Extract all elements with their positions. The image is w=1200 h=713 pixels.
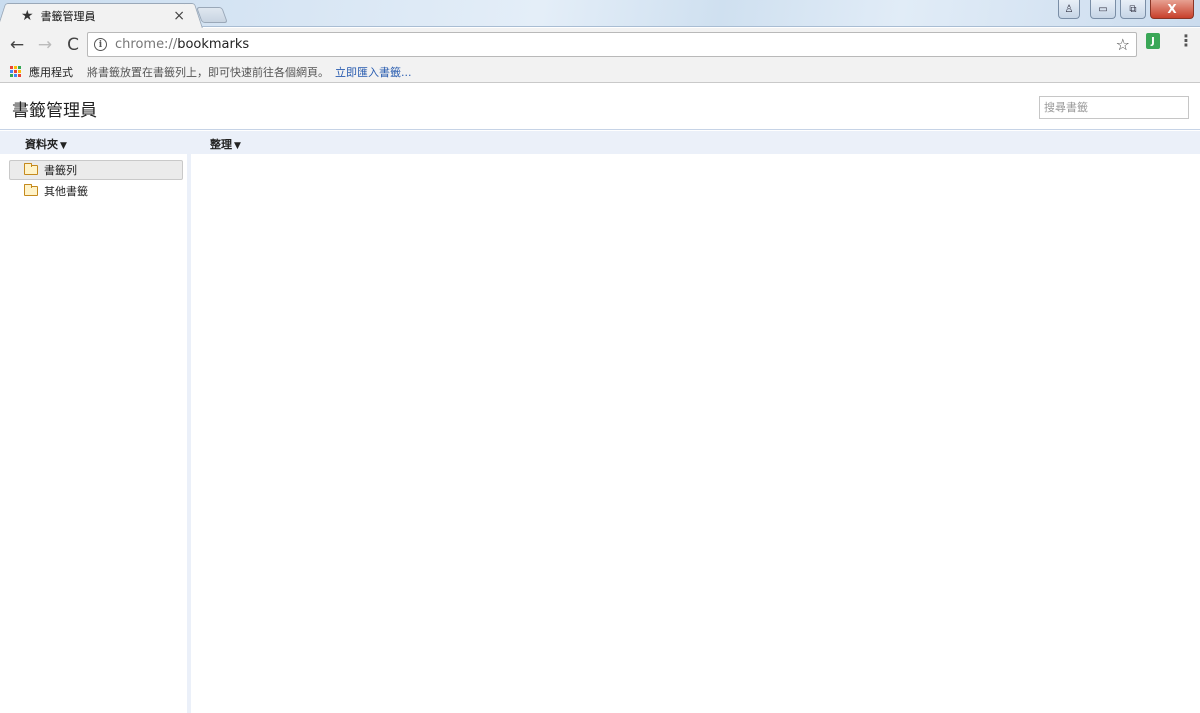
tree-item-label: 其他書籤 [44,185,88,198]
user-icon[interactable]: ♙ [1058,0,1080,19]
search-input[interactable] [1039,96,1189,119]
apps-grid-dot [18,65,21,69]
folder-tree: 書籤列 其他書籤 [0,154,187,713]
bookmark-bar: 應用程式 將書籤放置在書籤列上，即可快速前往各個網頁。 立即匯入書籤... [0,61,1200,83]
import-bookmarks-link[interactable]: 立即匯入書籤... [335,64,412,80]
extension-icon[interactable]: J [1146,33,1160,49]
tab-bookmark-manager[interactable]: ★ 書籤管理員 × [6,3,194,28]
minimize-button[interactable]: ▭ [1090,0,1116,19]
reload-icon[interactable]: C [59,31,87,59]
apps-grid-dot [10,65,13,69]
apps-grid-dot [14,74,17,78]
organize-menu[interactable]: 整理 ▼ [210,136,241,152]
folder-icon [24,184,38,196]
menu-strip: 資料夾 ▼ 整理 ▼ [0,131,1200,154]
info-icon[interactable]: i [94,38,107,51]
apps-grid-dot [18,69,21,73]
tab-title: 書籤管理員 [40,10,96,23]
bookmark-star-icon[interactable]: ☆ [1116,35,1130,54]
window-controls: ♙ ▭ ⧉ X [1058,0,1194,19]
apps-grid-dot [14,69,17,73]
caret-down-icon: ▼ [234,141,241,151]
tree-item-bookmarks-bar[interactable]: 書籤列 [9,160,183,180]
url-scheme: chrome:// [115,37,178,52]
apps-grid-dot [10,74,13,78]
folder-icon [24,163,38,175]
organize-menu-label: 整理 [210,138,232,151]
close-window-button[interactable]: X [1150,0,1194,19]
folders-menu[interactable]: 資料夾 ▼ [25,136,67,152]
forward-arrow-icon[interactable]: → [31,31,59,59]
star-icon: ★ [21,8,34,24]
apps-grid-dot [18,74,21,78]
restore-button[interactable]: ⧉ [1120,0,1146,19]
browser-toolbar: ← → C i chrome:// bookmarks ☆ [0,28,1200,61]
apps-grid-dot [10,69,13,73]
new-tab-button[interactable] [196,7,228,23]
close-icon[interactable]: × [173,8,185,24]
apps-grid-icon[interactable] [10,65,22,78]
apps-label[interactable]: 應用程式 [29,64,73,80]
apps-grid-dot [14,65,17,69]
url-host: bookmarks [177,37,250,52]
tree-item-other-bookmarks[interactable]: 其他書籤 [9,181,183,201]
caret-down-icon: ▼ [60,141,67,151]
back-arrow-icon[interactable]: ← [3,31,31,59]
bookmark-list [191,154,1200,713]
tree-item-label: 書籤列 [44,164,77,177]
page-title: 書籤管理員 [12,101,97,121]
bookmark-bar-hint: 將書籤放置在書籤列上，即可快速前往各個網頁。 [87,65,329,79]
page-header: 書籤管理員 [0,84,1200,130]
window-titlebar: ★ 書籤管理員 × ♙ ▭ ⧉ X [0,0,1200,28]
folders-menu-label: 資料夾 [25,138,58,151]
address-bar[interactable]: i chrome:// bookmarks ☆ [87,32,1137,57]
menu-icon[interactable]: ⋮ [1178,33,1194,49]
